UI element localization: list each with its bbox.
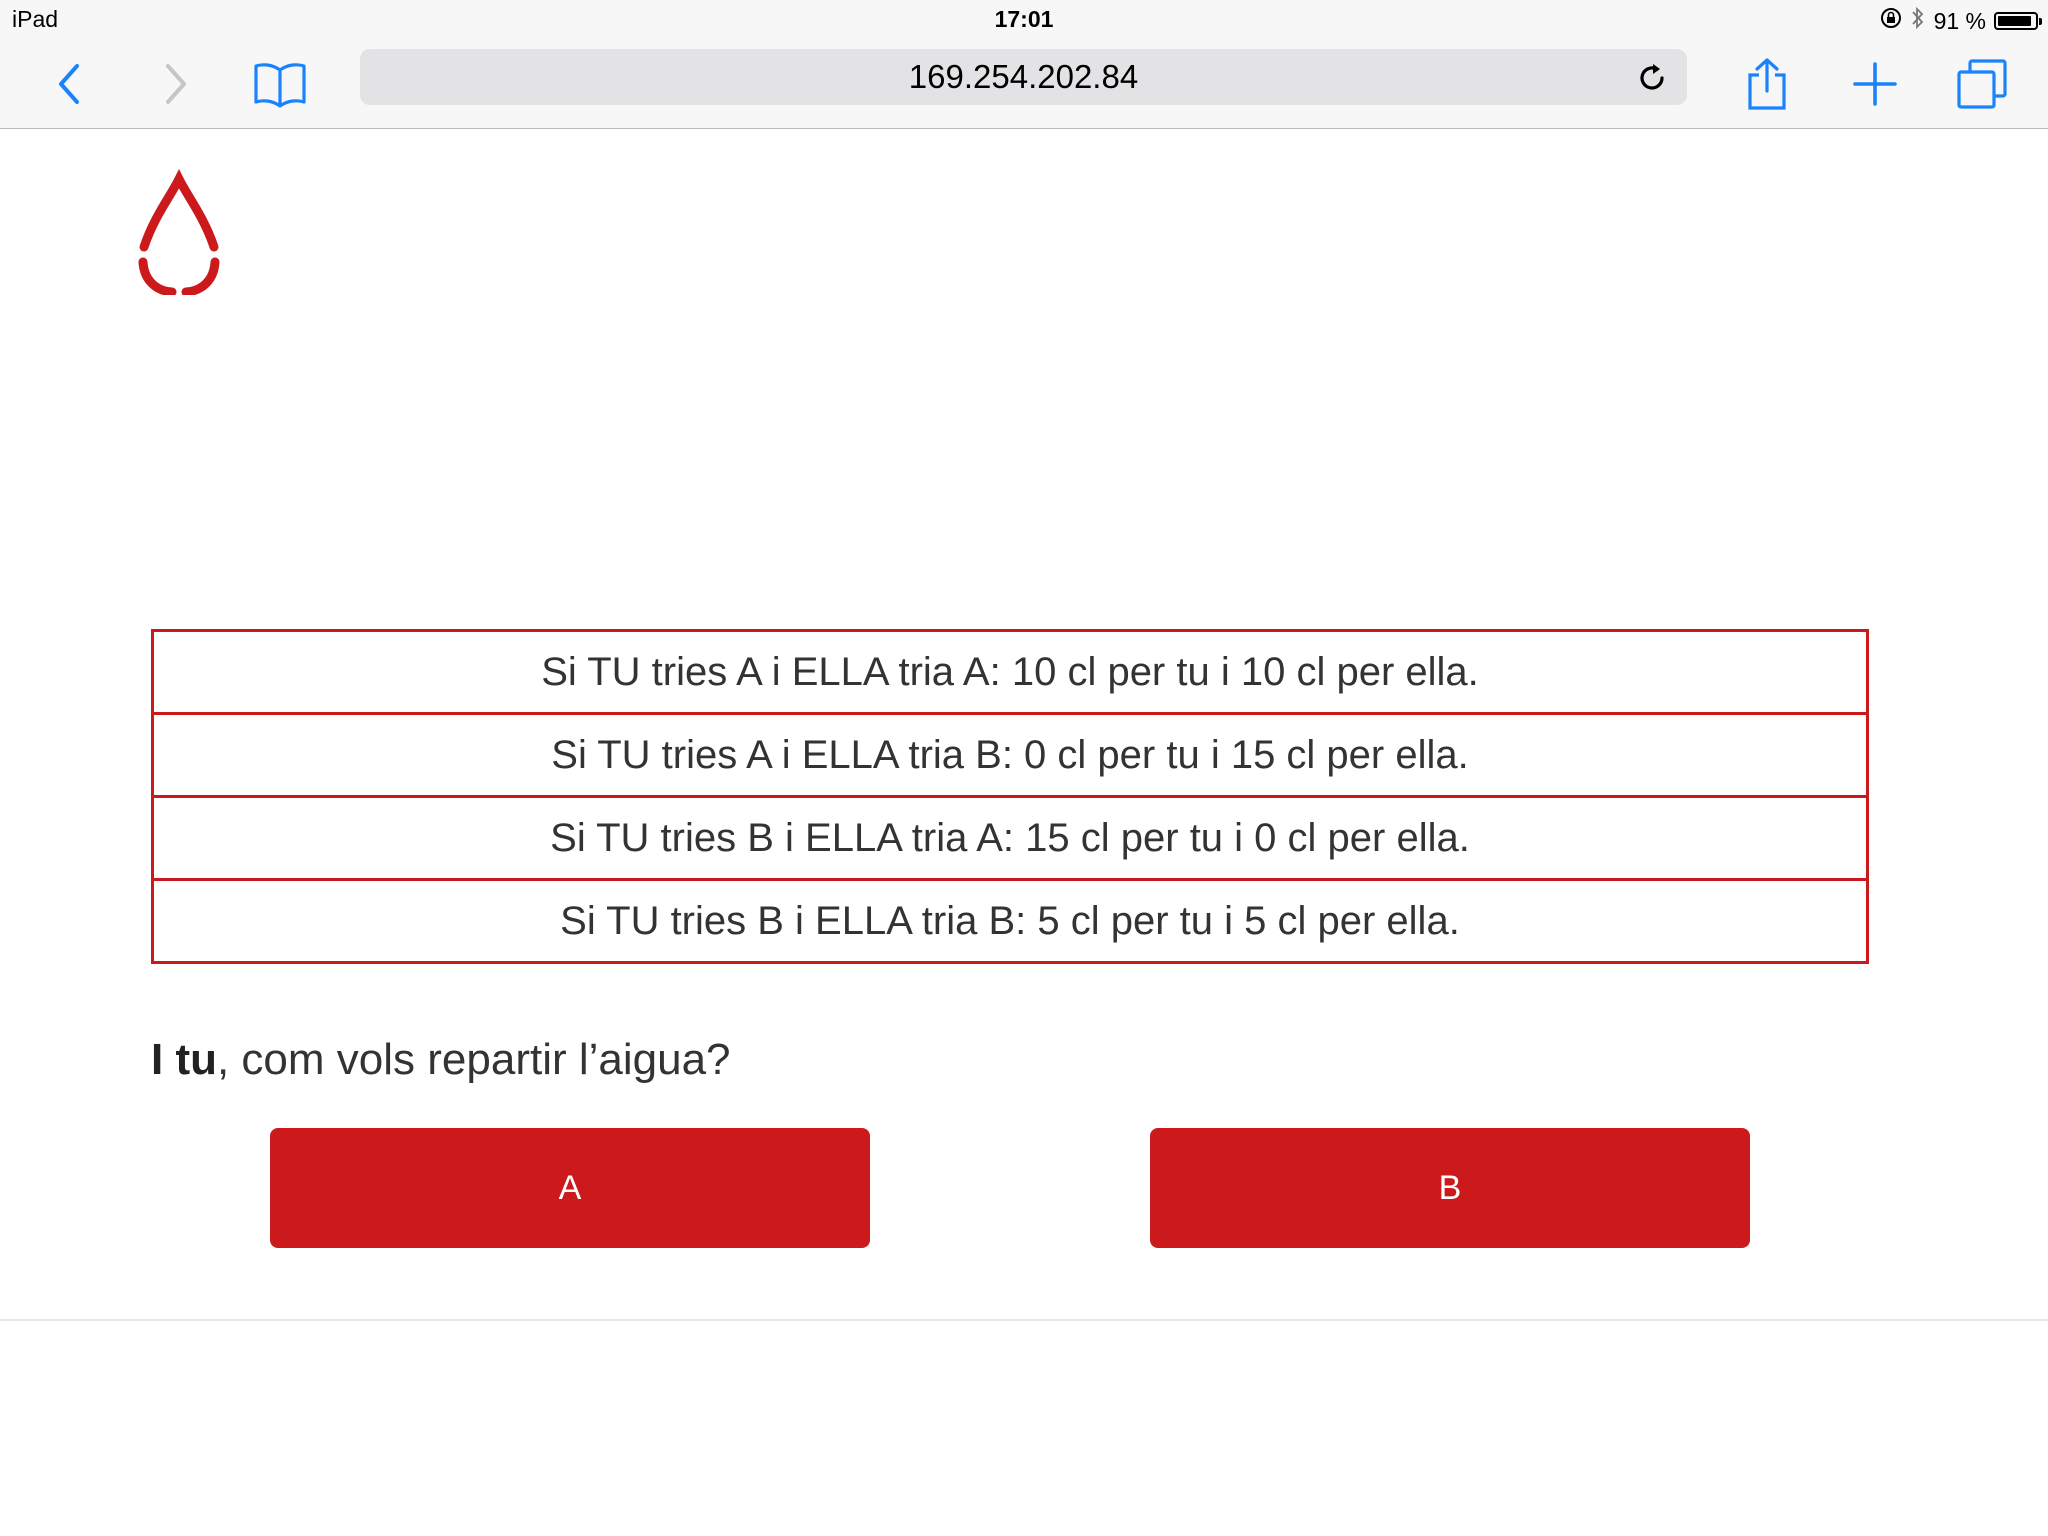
share-icon[interactable] [1737, 54, 1797, 114]
payoff-cell: Si TU tries B i ELLA tria B: 5 cl per tu… [151, 878, 1869, 964]
choice-b-button[interactable]: B [1150, 1128, 1750, 1248]
table-row: Si TU tries B i ELLA tria A: 15 cl per t… [151, 795, 1869, 881]
browser-toolbar: 169.254.202.84 [0, 40, 2048, 129]
address-bar[interactable]: 169.254.202.84 [360, 49, 1687, 105]
status-bar: iPad 17:01 91 % [0, 0, 2048, 40]
back-icon[interactable] [40, 54, 100, 114]
table-row: Si TU tries A i ELLA tria B: 0 cl per tu… [151, 712, 1869, 798]
forward-icon[interactable] [145, 54, 205, 114]
reload-icon[interactable] [1635, 61, 1669, 95]
bluetooth-icon [1910, 6, 1926, 36]
bookmarks-icon[interactable] [250, 54, 310, 114]
question-text: I tu, com vols repartir l’aigua? [151, 1035, 731, 1085]
water-drop-logo-icon [136, 167, 222, 297]
tabs-icon[interactable] [1952, 54, 2012, 114]
table-row: Si TU tries B i ELLA tria B: 5 cl per tu… [151, 878, 1869, 964]
question-rest: , com vols repartir l’aigua? [216, 1035, 731, 1084]
orientation-lock-icon [1880, 7, 1902, 35]
payoff-table: Si TU tries A i ELLA tria A: 10 cl per t… [151, 629, 1869, 964]
payoff-cell: Si TU tries B i ELLA tria A: 15 cl per t… [151, 795, 1869, 881]
status-right: 91 % [1880, 6, 2042, 36]
question-bold: I tu [151, 1035, 217, 1084]
table-row: Si TU tries A i ELLA tria A: 10 cl per t… [151, 629, 1869, 715]
divider [0, 1319, 2048, 1321]
battery-fill [1998, 16, 2031, 26]
url-text: 169.254.202.84 [908, 58, 1139, 95]
battery-icon [1994, 12, 2042, 30]
battery-percent: 91 % [1933, 7, 1986, 34]
payoff-cell: Si TU tries A i ELLA tria A: 10 cl per t… [151, 629, 1869, 715]
choice-a-button[interactable]: A [270, 1128, 870, 1248]
page-content: Si TU tries A i ELLA tria A: 10 cl per t… [0, 129, 2048, 1536]
status-time: 17:01 [994, 6, 1054, 32]
new-tab-icon[interactable] [1845, 54, 1905, 114]
payoff-cell: Si TU tries A i ELLA tria B: 0 cl per tu… [151, 712, 1869, 798]
